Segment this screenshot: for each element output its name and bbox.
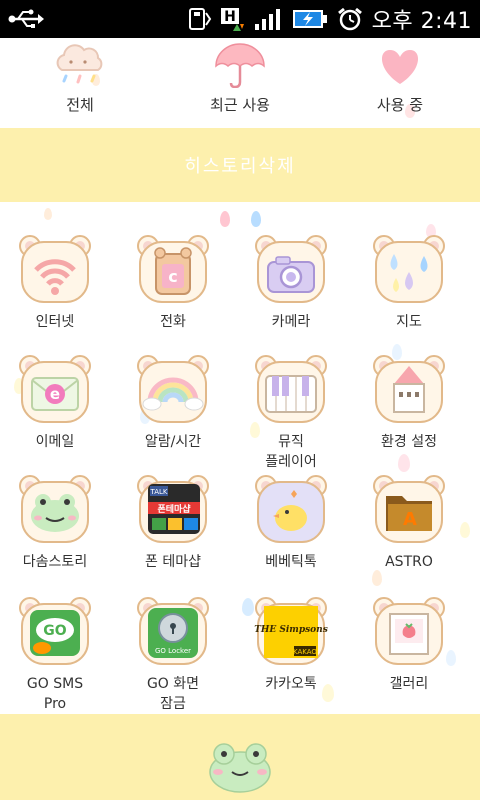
app-music-player[interactable]: 뮤직 플레이어 — [236, 354, 346, 472]
app-phone[interactable]: c 전화 — [118, 234, 228, 352]
tab-label: 최근 사용 — [210, 96, 270, 114]
app-map[interactable]: 지도 — [354, 234, 464, 352]
app-astro[interactable]: A ASTRO — [354, 474, 464, 592]
app-go-locker[interactable]: GO Locker GO 화면 잠금 — [118, 596, 228, 714]
app-label: 카카오톡 — [265, 676, 317, 692]
tab-label: 전체 — [66, 96, 94, 114]
gallery-icon — [373, 597, 445, 665]
folder-icon: A — [373, 475, 445, 543]
go-locker-icon: GO Locker — [137, 597, 209, 665]
piano-icon — [255, 355, 327, 423]
app-label: 환경 설정 — [381, 434, 437, 450]
tab-all[interactable]: 전체 — [5, 38, 155, 128]
app-kakaotalk[interactable]: THE Simpsons KAKAO 카카오톡 — [236, 596, 346, 714]
app-label: 뮤직 플레이어 — [265, 434, 317, 470]
house-icon — [373, 355, 445, 423]
app-go-sms-pro[interactable]: GO GO SMS Pro — [0, 596, 110, 714]
app-theme-shop[interactable]: TALK 폰테마샵 폰 테마샵 — [118, 474, 228, 592]
go-sms-icon: GO — [19, 597, 91, 665]
envelope-icon: e — [19, 355, 91, 423]
app-alarm[interactable]: 알람/시간 — [118, 354, 228, 472]
tab-recent[interactable]: 최근 사용 — [165, 38, 315, 128]
app-label: GO SMS Pro — [26, 676, 84, 712]
svg-text:H: H — [224, 9, 236, 25]
app-label: 폰 테마샵 — [145, 554, 201, 570]
simpsons-text: THE Simpsons — [254, 625, 328, 635]
app-label: 카메라 — [271, 314, 311, 330]
category-tabs: 전체 최근 사용 사용 중 — [0, 38, 480, 128]
app-label: 다솜스토리 — [22, 554, 88, 570]
heart-icon — [381, 50, 419, 84]
clock-time: 오후 2:41 — [371, 9, 472, 34]
chick-icon — [255, 475, 327, 543]
wifi-icon — [19, 235, 91, 303]
raindrops-icon — [373, 235, 445, 303]
theme-shop-icon: TALK 폰테마샵 — [137, 475, 209, 543]
app-bebe-tiktok[interactable]: 베베틱톡 — [236, 474, 346, 592]
app-label: 전화 — [160, 314, 186, 330]
go-locker-text: GO Locker — [155, 647, 191, 655]
raindrop-decoration — [220, 211, 230, 227]
app-drawer: 전체 최근 사용 사용 중 히스토리삭제 인터넷 c 전화 카메라 지도 e 이… — [0, 38, 480, 714]
alarm-clock-icon — [337, 7, 362, 31]
app-camera[interactable]: 카메라 — [236, 234, 346, 352]
app-label: 베베틱톡 — [265, 554, 317, 570]
phone-letter: c — [168, 267, 177, 286]
signal-icon — [254, 9, 280, 30]
camera-icon — [255, 235, 327, 303]
sd-card-icon — [188, 8, 211, 30]
go-sms-text: GO — [43, 623, 66, 639]
astro-letter: A — [403, 509, 417, 530]
raindrop-decoration — [251, 211, 261, 227]
raindrop-decoration — [44, 208, 52, 220]
umbrella-icon — [215, 43, 265, 88]
tab-in-use[interactable]: 사용 중 — [325, 38, 475, 128]
app-dasom-story[interactable]: 다솜스토리 — [0, 474, 110, 592]
app-label: 이메일 — [35, 434, 75, 450]
email-letter: e — [50, 385, 60, 403]
theme-shop-text: 폰테마샵 — [157, 503, 191, 515]
usb-icon — [8, 9, 44, 28]
app-label: ASTRO — [385, 554, 433, 570]
status-bar: H 오후 2:41 — [0, 0, 480, 38]
battery-charging-icon — [292, 10, 327, 28]
kakao-icon: THE Simpsons KAKAO — [254, 597, 328, 665]
app-settings[interactable]: 환경 설정 — [354, 354, 464, 472]
rainbow-icon — [137, 355, 209, 423]
app-label: 알람/시간 — [144, 434, 202, 450]
history-delete-label: 히스토리삭제 — [184, 156, 296, 177]
tab-label: 사용 중 — [376, 96, 424, 114]
kakao-text: KAKAO — [293, 648, 317, 656]
app-label: 지도 — [396, 314, 422, 330]
app-gallery[interactable]: 갤러리 — [354, 596, 464, 714]
frog-home-icon[interactable] — [206, 738, 274, 794]
app-label: 인터넷 — [35, 314, 75, 330]
h-data-icon: H — [220, 8, 244, 31]
app-label: 갤러리 — [389, 676, 429, 692]
history-delete-button[interactable]: 히스토리삭제 — [0, 128, 480, 202]
bottom-dock — [0, 714, 480, 800]
theme-talk-text: TALK — [149, 488, 167, 496]
frog-icon — [19, 475, 91, 543]
app-internet[interactable]: 인터넷 — [0, 234, 110, 352]
cloud-icon — [56, 44, 103, 84]
phone-bear-icon: c — [137, 235, 209, 303]
app-email[interactable]: e 이메일 — [0, 354, 110, 472]
app-label: GO 화면 잠금 — [146, 676, 200, 712]
